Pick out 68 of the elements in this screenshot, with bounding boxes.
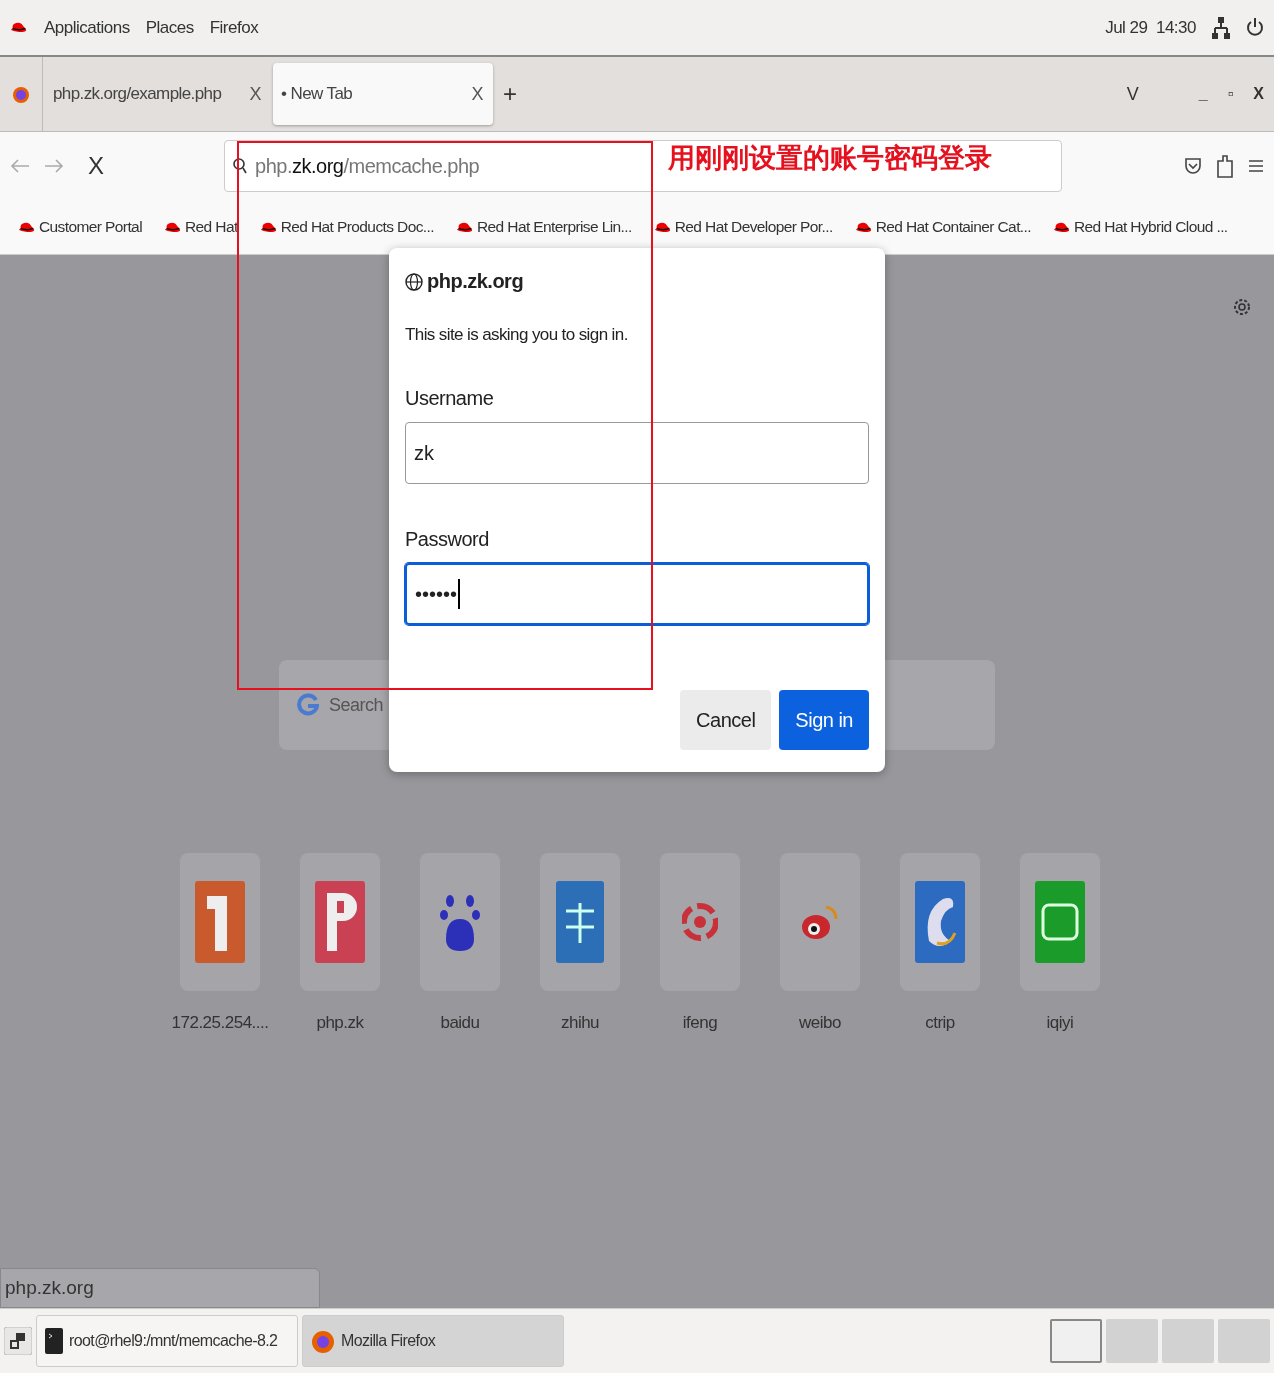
shortcut-tile[interactable] <box>300 853 380 991</box>
shortcut-label: zhihu <box>560 1013 600 1033</box>
cancel-button[interactable]: Cancel <box>680 690 772 750</box>
window-control[interactable]: ▫ <box>1217 81 1244 107</box>
dialog-site: php.zk.org <box>427 270 524 293</box>
password-label: Password <box>405 528 490 551</box>
top-menu[interactable]: Places <box>145 17 194 38</box>
app-logo-icon <box>1035 881 1085 963</box>
taskbar-window[interactable]: Mozilla Firefox <box>302 1315 564 1367</box>
taskbar-window[interactable]: root@rhel9:/mnt/memcache-8.2 <box>36 1315 298 1367</box>
shortcut-tile[interactable] <box>1020 853 1100 991</box>
top-menu[interactable]: Applications <box>44 17 130 38</box>
username-label: Username <box>405 387 495 410</box>
window-control[interactable]: _ <box>1188 81 1218 107</box>
browser-tab[interactable]: php.zk.org/example.php X <box>45 63 271 125</box>
extensions-icon[interactable] <box>1216 153 1234 179</box>
firefox-icon <box>311 1328 335 1354</box>
shortcut-tile[interactable] <box>780 853 860 991</box>
power-icon[interactable] <box>1246 16 1264 39</box>
bookmark[interactable]: Red Hat Hybrid Cloud ... <box>1073 218 1228 236</box>
password-field[interactable]: •••••• <box>405 563 869 625</box>
top-menu[interactable]: Firefox <box>209 17 259 38</box>
bookmark[interactable]: Red Hat <box>185 218 238 236</box>
shortcut-label: ifeng <box>682 1013 718 1033</box>
bookmark[interactable]: Red Hat Enterprise Lin... <box>477 218 632 236</box>
app-logo-icon <box>195 881 245 963</box>
forward-icon[interactable] <box>44 158 64 174</box>
window-list-icon[interactable] <box>4 1327 32 1355</box>
pocket-icon[interactable] <box>1184 156 1202 176</box>
bookmark[interactable]: Customer Portal <box>39 218 142 236</box>
shortcut-tile[interactable] <box>540 853 620 991</box>
terminal-icon <box>45 1328 63 1354</box>
shortcut-label: weibo <box>799 1013 841 1033</box>
shortcut-tile[interactable] <box>420 853 500 991</box>
globe-icon <box>405 272 423 291</box>
shortcut-label: ctrip <box>925 1013 955 1033</box>
google-icon <box>297 692 319 718</box>
clock[interactable]: Jul 29 14:30 <box>1105 17 1196 38</box>
status-url: php.zk.org <box>0 1268 320 1308</box>
app-logo-icon <box>556 881 604 963</box>
shortcut-label: baidu <box>440 1013 480 1033</box>
shortcut-tile[interactable] <box>660 853 740 991</box>
search-icon <box>233 158 247 174</box>
hat-icon <box>10 20 28 35</box>
firefox-icon <box>12 84 30 104</box>
menu-icon[interactable] <box>1248 158 1264 174</box>
dolphin-icon <box>915 881 965 963</box>
app-logo-icon <box>315 881 365 963</box>
stop-button[interactable]: X <box>78 148 114 184</box>
username-field[interactable]: zk <box>405 422 869 484</box>
shortcut-tile[interactable] <box>180 853 260 991</box>
shortcut-label: php.zk <box>316 1013 364 1033</box>
window-control[interactable]: X <box>1243 81 1274 107</box>
back-icon[interactable] <box>10 158 30 174</box>
shortcut-label: 172.25.254.... <box>171 1013 269 1033</box>
bookmark[interactable]: Red Hat Container Cat... <box>875 218 1031 236</box>
network-icon[interactable] <box>1212 16 1230 39</box>
workspace-button[interactable] <box>1050 1319 1102 1363</box>
browser-tab[interactable]: • New Tab X <box>273 63 493 125</box>
shortcut-tile[interactable] <box>900 853 980 991</box>
annotation-text: 用刚刚设置的账号密码登录 <box>668 141 992 175</box>
bookmark[interactable]: Red Hat Products Doc... <box>280 218 434 236</box>
tab-list-button[interactable]: V <box>1116 79 1149 109</box>
sign-in-button[interactable]: Sign in <box>779 690 869 750</box>
shortcut-label: iqiyi <box>1046 1013 1074 1033</box>
new-tab-button[interactable]: + <box>493 76 527 112</box>
dialog-message: This site is asking you to sign in. <box>405 325 629 345</box>
bookmark[interactable]: Red Hat Developer Por... <box>674 218 833 236</box>
